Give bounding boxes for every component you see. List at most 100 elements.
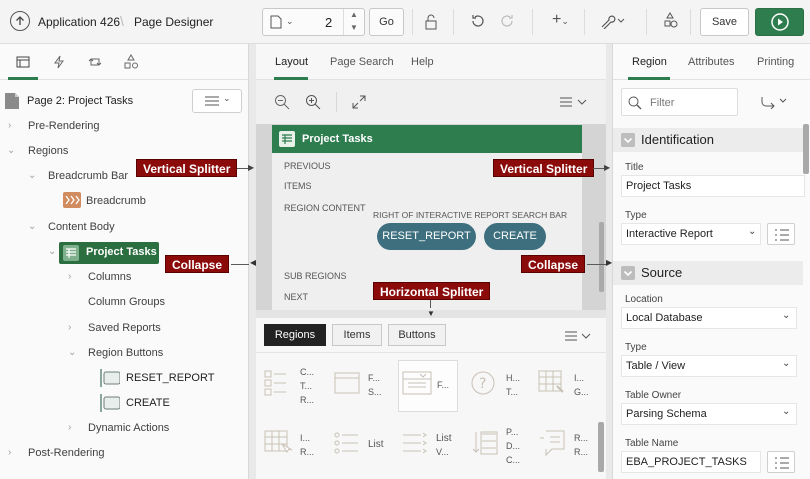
- callout-horizontal-splitter: Horizontal Splitter: [373, 282, 491, 300]
- redo-icon[interactable]: [500, 13, 516, 29]
- chevron-down-icon: ⌄: [782, 310, 791, 321]
- chevron-down-icon[interactable]: ⌄: [48, 246, 56, 257]
- chevron-down-icon: ⌄: [223, 93, 231, 103]
- gallery-tab-items-label: Items: [343, 329, 371, 341]
- chevron-down-icon[interactable]: ⌄: [68, 347, 76, 358]
- property-scrollbar[interactable]: [803, 124, 809, 174]
- up-arrow-icon[interactable]: [10, 11, 30, 31]
- left-vertical-splitter[interactable]: ◀: [249, 44, 256, 479]
- gallery-menu-icon[interactable]: [565, 331, 593, 341]
- tree-project-tasks-selected[interactable]: Project Tasks: [59, 242, 159, 264]
- gallery-tab-buttons[interactable]: Buttons: [388, 324, 446, 346]
- wrench-icon[interactable]: [600, 13, 626, 29]
- gallery-tab-regions[interactable]: Regions: [264, 324, 326, 346]
- table-name-field[interactable]: EBA_PROJECT_TASKS: [621, 451, 761, 473]
- chevron-right-icon[interactable]: ›: [68, 322, 71, 333]
- app-name-link[interactable]: Application 426: [38, 15, 120, 29]
- collapse-down-arrow-icon[interactable]: ▼: [427, 309, 435, 318]
- tab-layout[interactable]: Layout: [275, 56, 308, 68]
- chevron-down-icon[interactable]: ⌄: [28, 221, 36, 232]
- chevron-right-icon[interactable]: ›: [68, 271, 71, 282]
- table-owner-select[interactable]: Parsing Schema ⌄: [621, 403, 797, 425]
- filter-input[interactable]: Filter: [621, 88, 738, 116]
- chevron-right-icon[interactable]: ›: [8, 447, 11, 458]
- shared-components-icon[interactable]: [662, 12, 678, 30]
- undo-icon[interactable]: [469, 13, 485, 29]
- type-list-button[interactable]: [767, 223, 795, 245]
- source-type-select[interactable]: Table / View ⌄: [621, 355, 797, 377]
- tab-printing[interactable]: Printing: [757, 56, 794, 68]
- identification-header[interactable]: Identification: [613, 128, 803, 152]
- processing-tab-icon[interactable]: [88, 55, 102, 69]
- gallery-item-cards[interactable]: C... T... R...: [262, 362, 320, 412]
- chevron-down-icon[interactable]: ⌄: [7, 145, 15, 156]
- gallery-item-reflow-report[interactable]: R... R...: [536, 422, 594, 472]
- chevron-right-icon[interactable]: ›: [68, 422, 71, 433]
- callout-vertical-splitter-right: Vertical Splitter: [493, 159, 595, 177]
- gallery-tab-items[interactable]: Items: [332, 324, 382, 346]
- zoom-in-icon[interactable]: [305, 94, 321, 110]
- chevron-down-icon[interactable]: ⌄: [28, 170, 36, 181]
- gallery-item-faceted[interactable]: F...: [398, 360, 458, 412]
- expand-icon[interactable]: [352, 95, 366, 109]
- callout-vertical-splitter-left: Vertical Splitter: [136, 159, 238, 177]
- tab-attributes[interactable]: Attributes: [688, 56, 734, 68]
- tab-page-search[interactable]: Page Search: [330, 56, 394, 68]
- save-button[interactable]: Save: [700, 8, 749, 36]
- tree-content-body[interactable]: Content Body: [48, 217, 115, 237]
- run-button[interactable]: [755, 8, 804, 36]
- callout-arrow: [231, 264, 249, 265]
- arrow-head-icon: ▶: [604, 163, 611, 172]
- tab-region[interactable]: Region: [632, 56, 667, 68]
- page-number-input[interactable]: 2: [325, 15, 332, 30]
- gallery-item-interactive-grid[interactable]: I... G...: [536, 362, 594, 412]
- zoom-out-icon[interactable]: [274, 94, 290, 110]
- button-icon: [100, 369, 120, 387]
- layout-menu-icon[interactable]: [560, 97, 590, 107]
- region-card-header[interactable]: Project Tasks: [272, 125, 582, 153]
- table-name-list-button[interactable]: [767, 451, 795, 473]
- tree-dynamic-actions[interactable]: Dynamic Actions: [88, 418, 169, 438]
- tree-post-rendering[interactable]: Post-Rendering: [28, 443, 104, 463]
- lightning-tab-icon[interactable]: [53, 55, 65, 69]
- tree-reset-report[interactable]: RESET_REPORT: [126, 368, 214, 388]
- tree-pre-rendering[interactable]: Pre-Rendering: [28, 116, 100, 136]
- form-region-icon: [334, 372, 360, 394]
- tree-column-groups[interactable]: Column Groups: [88, 292, 165, 312]
- list-icon: [775, 229, 789, 241]
- chevron-right-icon[interactable]: ›: [8, 120, 11, 131]
- gallery-item-plsql-dynamic[interactable]: P... D... C...: [468, 422, 526, 472]
- tree-region-buttons[interactable]: Region Buttons: [88, 343, 163, 363]
- layout-scrollbar[interactable]: [599, 222, 604, 292]
- reset-report-button[interactable]: RESET_REPORT: [377, 223, 476, 250]
- gallery-item-list-view[interactable]: List V...: [398, 422, 456, 472]
- left-menu-button[interactable]: ⌄: [192, 89, 242, 113]
- identification-heading: Identification: [641, 132, 714, 147]
- tree-create[interactable]: CREATE: [126, 393, 170, 413]
- page-selector[interactable]: ⌄ 2 ▲ ▼: [262, 8, 365, 36]
- gallery-item-list[interactable]: List: [330, 422, 388, 472]
- tree-breadcrumb[interactable]: Breadcrumb: [86, 191, 146, 211]
- create-button[interactable]: CREATE: [484, 223, 546, 250]
- page-stepper[interactable]: ▲ ▼: [343, 9, 365, 35]
- rendering-tab-icon[interactable]: [16, 56, 30, 68]
- lock-icon[interactable]: [423, 14, 439, 30]
- tree-saved-reports[interactable]: Saved Reports: [88, 318, 161, 338]
- gallery-item-help[interactable]: ? H... T...: [468, 362, 526, 412]
- tree-breadcrumb-bar[interactable]: Breadcrumb Bar: [48, 166, 128, 186]
- tree-columns[interactable]: Columns: [88, 267, 131, 287]
- source-header[interactable]: Source: [613, 261, 803, 285]
- tree-regions[interactable]: Regions: [28, 141, 68, 161]
- type-select[interactable]: Interactive Report ⌄: [621, 223, 761, 245]
- gallery-item-form[interactable]: F... S...: [330, 362, 388, 412]
- go-to-group-icon[interactable]: [760, 95, 788, 109]
- add-menu-icon[interactable]: +⌄: [552, 11, 569, 29]
- gallery-scrollbar[interactable]: [598, 422, 604, 472]
- location-select[interactable]: Local Database ⌄: [621, 307, 797, 329]
- go-button[interactable]: Go: [369, 8, 404, 36]
- title-field[interactable]: Project Tasks: [621, 175, 805, 197]
- horizontal-splitter[interactable]: ▼: [256, 309, 608, 318]
- shared-tab-icon[interactable]: [123, 54, 139, 70]
- tab-help[interactable]: Help: [411, 56, 434, 68]
- gallery-item-interactive-report[interactable]: I... R...: [262, 422, 320, 472]
